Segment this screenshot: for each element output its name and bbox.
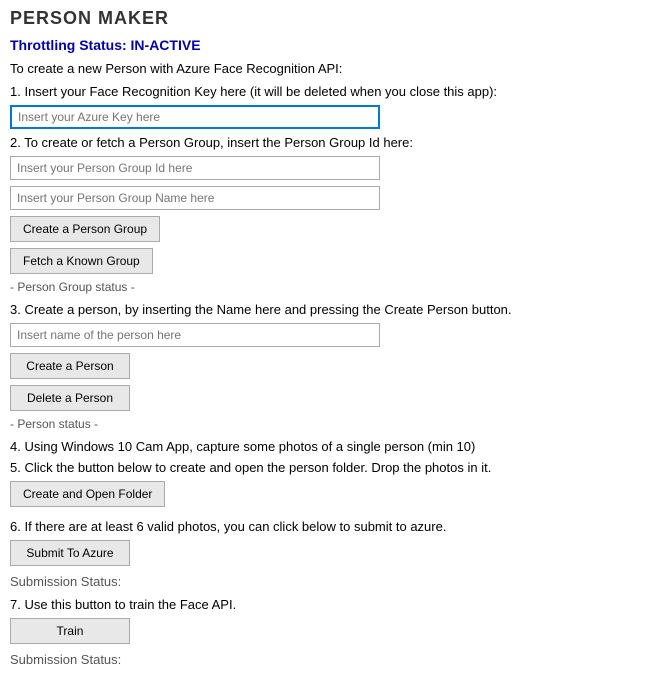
person-group-name-input[interactable] <box>10 186 380 210</box>
app-title: PERSON MAKER <box>10 8 653 29</box>
submit-to-azure-button[interactable]: Submit To Azure <box>10 540 130 566</box>
create-person-group-button[interactable]: Create a Person Group <box>10 216 160 242</box>
submission-status-label-1: Submission Status: <box>10 574 653 589</box>
create-open-folder-button[interactable]: Create and Open Folder <box>10 481 165 507</box>
person-group-status: - Person Group status - <box>10 280 653 294</box>
throttling-status: Throttling Status: IN-ACTIVE <box>10 37 653 53</box>
step6-label: 6. If there are at least 6 valid photos,… <box>10 519 653 534</box>
step4-label: 4. Using Windows 10 Cam App, capture som… <box>10 439 653 454</box>
intro-text: To create a new Person with Azure Face R… <box>10 61 653 76</box>
step7-label: 7. Use this button to train the Face API… <box>10 597 653 612</box>
azure-key-input[interactable] <box>10 105 380 129</box>
person-name-input[interactable] <box>10 323 380 347</box>
submission-status-label-2: Submission Status: <box>10 652 653 667</box>
delete-person-button[interactable]: Delete a Person <box>10 385 130 411</box>
create-person-button[interactable]: Create a Person <box>10 353 130 379</box>
step5-label: 5. Click the button below to create and … <box>10 460 653 475</box>
step2-label: 2. To create or fetch a Person Group, in… <box>10 135 653 150</box>
train-button[interactable]: Train <box>10 618 130 644</box>
person-status: - Person status - <box>10 417 653 431</box>
fetch-known-group-button[interactable]: Fetch a Known Group <box>10 248 153 274</box>
step1-label: 1. Insert your Face Recognition Key here… <box>10 84 653 99</box>
person-group-id-input[interactable] <box>10 156 380 180</box>
step3-label: 3. Create a person, by inserting the Nam… <box>10 302 653 317</box>
